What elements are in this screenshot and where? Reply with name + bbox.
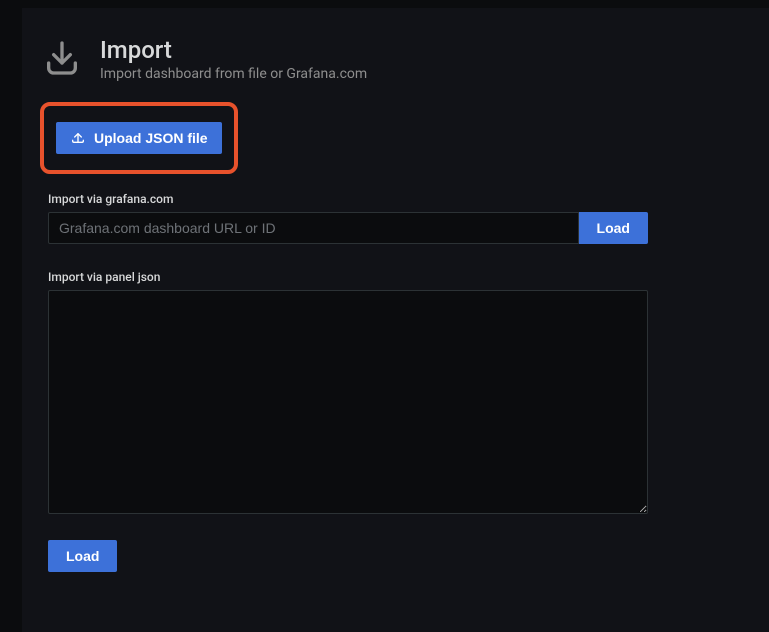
upload-highlight-box: Upload JSON file xyxy=(40,102,238,174)
panel-json-textarea[interactable] xyxy=(48,290,648,514)
upload-json-button[interactable]: Upload JSON file xyxy=(56,122,222,154)
upload-icon xyxy=(70,129,86,148)
import-icon xyxy=(42,38,82,78)
page-title: Import xyxy=(100,36,367,64)
load-url-button[interactable]: Load xyxy=(579,212,648,244)
page-subtitle: Import dashboard from file or Grafana.co… xyxy=(100,66,367,82)
load-json-button[interactable]: Load xyxy=(48,540,117,572)
upload-json-button-label: Upload JSON file xyxy=(94,130,208,146)
page-header: Import Import dashboard from file or Gra… xyxy=(22,8,769,102)
via-url-label: Import via grafana.com xyxy=(48,192,743,206)
via-url-row: Load xyxy=(48,212,648,244)
import-page: Import Import dashboard from file or Gra… xyxy=(22,8,769,632)
grafana-url-input[interactable] xyxy=(48,212,579,244)
via-json-label: Import via panel json xyxy=(48,270,743,284)
